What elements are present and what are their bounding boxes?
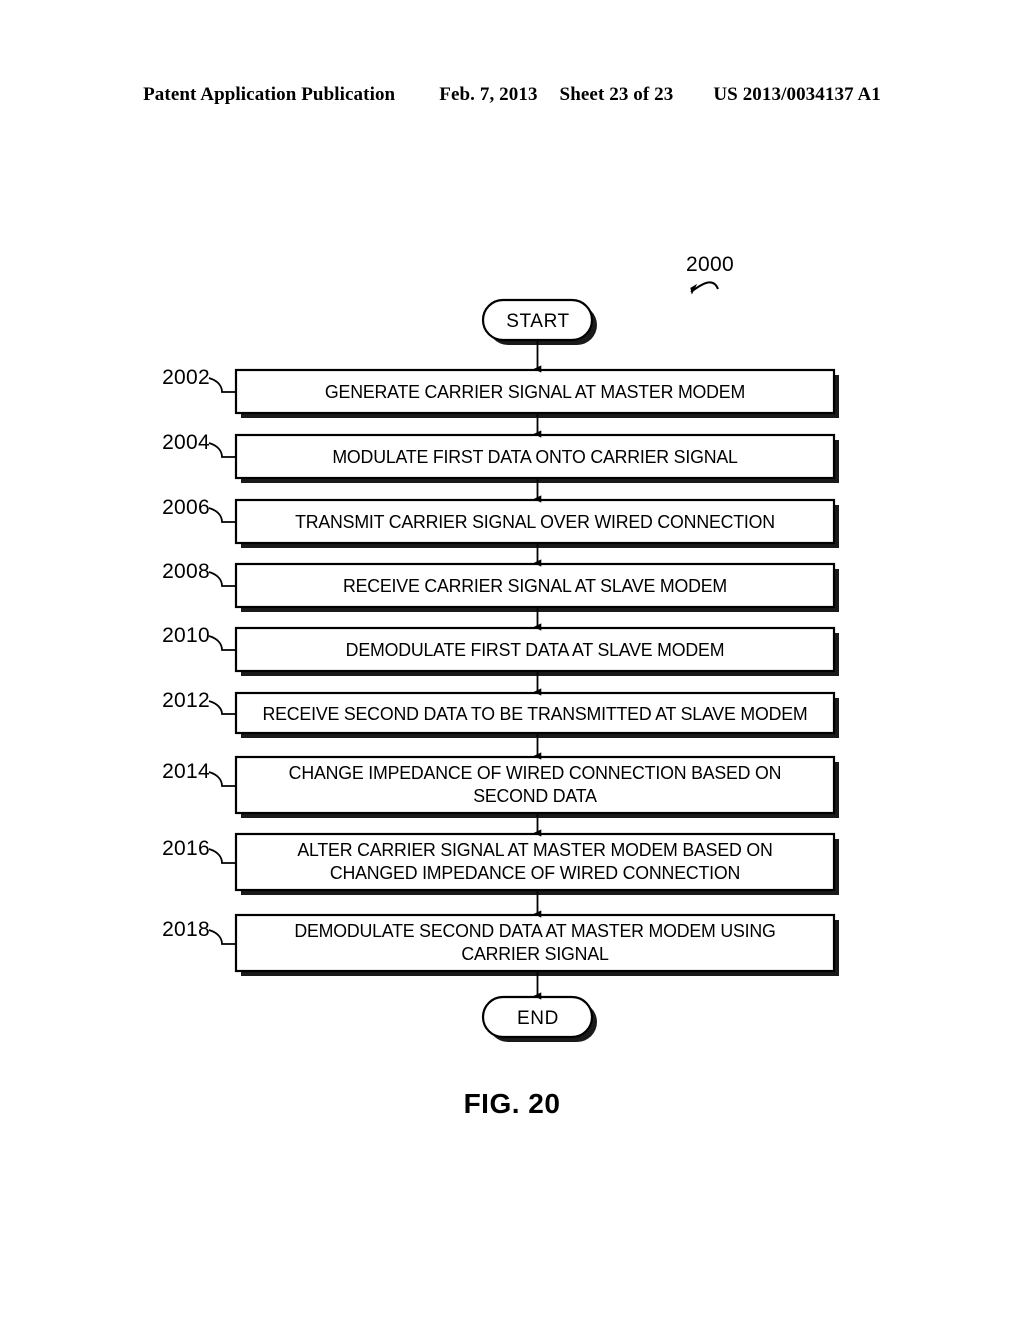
- process-box-2010-label: DEMODULATE FIRST DATA AT SLAVE MODEM: [345, 639, 725, 660]
- reference-number-2014: 2014: [162, 760, 210, 783]
- process-box-2002-label: GENERATE CARRIER SIGNAL AT MASTER MODEM: [324, 381, 746, 402]
- process-box-2014-label: CHANGE IMPEDANCE OF WIRED CONNECTION BAS…: [288, 762, 782, 806]
- reference-number-2018: 2018: [162, 918, 210, 941]
- reference-number-2004: 2004: [162, 431, 210, 454]
- process-box-2008-label: RECEIVE CARRIER SIGNAL AT SLAVE MODEM: [342, 575, 728, 596]
- figure-caption: FIG. 20: [463, 1088, 561, 1119]
- end-terminator-label: END: [517, 1008, 559, 1029]
- reference-number-2002: 2002: [162, 366, 210, 389]
- process-box-2018-label: DEMODULATE SECOND DATA AT MASTER MODEM U…: [294, 920, 776, 964]
- reference-number-2006: 2006: [162, 496, 210, 519]
- figure-callout-number: 2000: [686, 253, 734, 276]
- callout-leader-line: [690, 281, 719, 295]
- process-box-2006-label: TRANSMIT CARRIER SIGNAL OVER WIRED CONNE…: [295, 511, 775, 532]
- reference-number-2012: 2012: [162, 689, 210, 712]
- reference-number-2010: 2010: [162, 624, 210, 647]
- reference-number-2008: 2008: [162, 560, 210, 583]
- start-terminator-label: START: [506, 311, 570, 332]
- process-box-2004-label: MODULATE FIRST DATA ONTO CARRIER SIGNAL: [332, 446, 738, 467]
- process-box-2016-label: ALTER CARRIER SIGNAL AT MASTER MODEM BAS…: [297, 839, 773, 883]
- flowchart-figure: START END 2000 2002 2004 2006 2008 2010 …: [0, 0, 1024, 1320]
- process-box-2012-label: RECEIVE SECOND DATA TO BE TRANSMITTED AT…: [262, 703, 808, 724]
- reference-number-2016: 2016: [162, 837, 210, 860]
- reference-leader-lines: [208, 377, 235, 945]
